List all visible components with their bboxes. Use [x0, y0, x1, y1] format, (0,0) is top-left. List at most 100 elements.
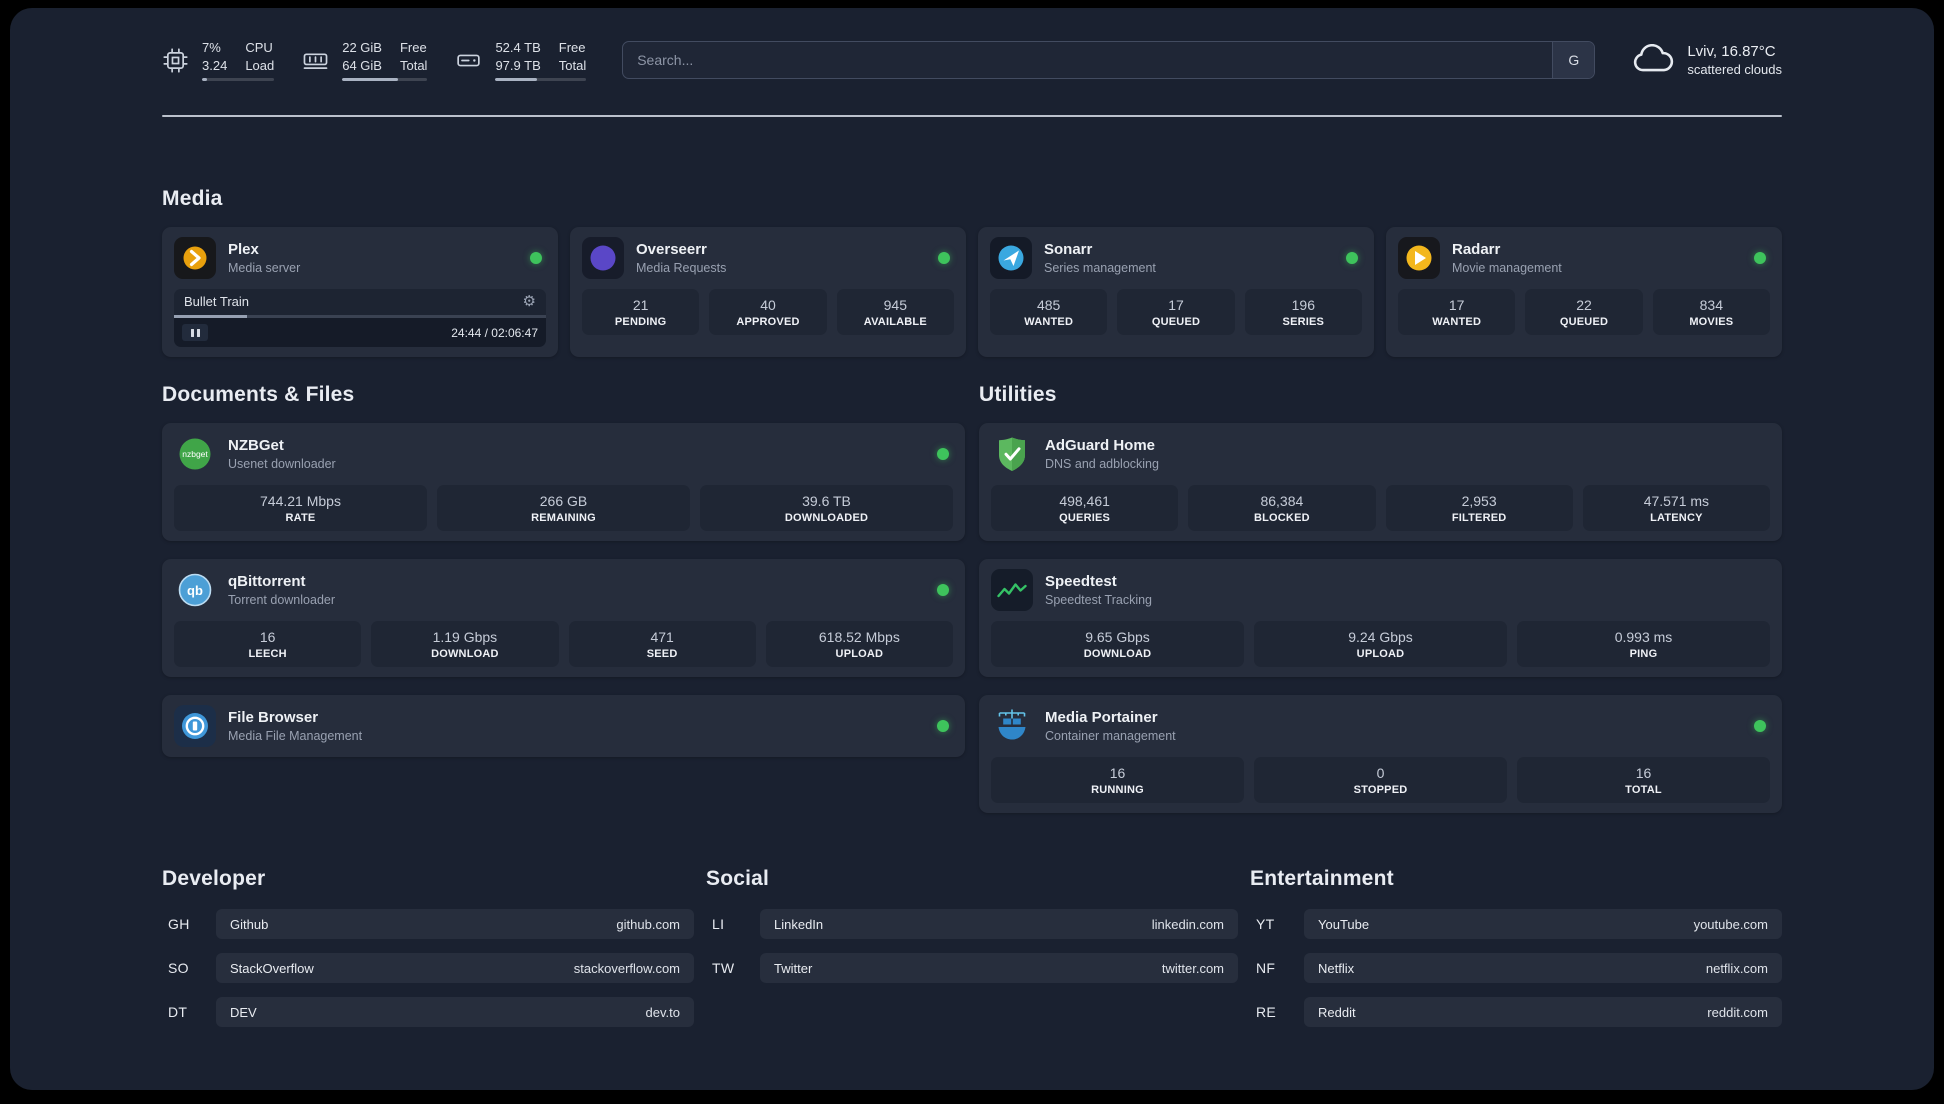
- stat-box: 0 STOPPED: [1254, 757, 1507, 803]
- stat-label: SERIES: [1282, 316, 1325, 328]
- bookmark-link-linkedin[interactable]: LinkedIn linkedin.com: [760, 909, 1238, 939]
- stat-value: 196: [1291, 297, 1315, 313]
- app-link-overseerr[interactable]: Overseerr Media Requests: [582, 237, 726, 279]
- stat-label: BLOCKED: [1253, 512, 1310, 524]
- stat-value: 17: [1168, 297, 1184, 313]
- status-dot: [1754, 720, 1766, 732]
- ram-progress-fill: [342, 77, 399, 81]
- app-link-nzbget[interactable]: nzbget NZBGet Usenet downloader: [174, 433, 336, 475]
- stat-value: 17: [1448, 297, 1465, 313]
- disk-total-label: Total: [558, 57, 587, 73]
- app-name: AdGuard Home: [1045, 437, 1156, 454]
- app-link-portainer[interactable]: Media Portainer Container management: [991, 705, 1176, 747]
- portainer-icon: [991, 705, 1033, 747]
- bookmark-row: DT DEV dev.to: [162, 997, 694, 1027]
- stat-box: 2,953 FILTERED: [1385, 485, 1573, 531]
- disk-total-value: 97.9 TB: [495, 57, 541, 73]
- stat-box: 22 QUEUED: [1525, 289, 1643, 335]
- svg-text:qb: qb: [187, 583, 203, 598]
- bookmark-row: YT YouTube youtube.com: [1250, 909, 1782, 939]
- bookmark-url: github.com: [616, 916, 680, 932]
- app-name: Sonarr: [1044, 241, 1093, 258]
- bookmark-abbr: NF: [1256, 960, 1276, 976]
- stat-box: 39.6 TB DOWNLOADED: [700, 485, 953, 531]
- portainer-stats: 16 RUNNING 0 STOPPED 16 TOTAL: [991, 757, 1770, 803]
- bookmark-link-github[interactable]: Github github.com: [216, 909, 694, 939]
- stat-box: 618.52 Mbps UPLOAD: [765, 621, 953, 667]
- media-section: Media Plex Media server Bullet Train ⚙ 2…: [162, 187, 1782, 357]
- stat-label: AVAILABLE: [863, 316, 927, 328]
- bookmark-link-twitter[interactable]: Twitter twitter.com: [760, 953, 1238, 983]
- pause-icon: [190, 328, 194, 337]
- bookmark-url: linkedin.com: [1151, 916, 1224, 932]
- bookmark-link-reddit[interactable]: Reddit reddit.com: [1304, 997, 1782, 1027]
- app-name: Overseerr: [636, 241, 707, 258]
- pause-button[interactable]: [182, 324, 208, 341]
- card-overseerr: Overseerr Media Requests 21 PENDING 40 A…: [570, 227, 966, 357]
- status-dot: [937, 584, 949, 596]
- entertainment-column: Entertainment YT YouTube youtube.com NF …: [1250, 867, 1782, 1027]
- app-subtitle: Media server: [228, 261, 301, 275]
- app-name: qBittorrent: [228, 573, 306, 590]
- app-link-speedtest[interactable]: Speedtest Speedtest Tracking: [991, 569, 1152, 611]
- card-sonarr: Sonarr Series management 485 WANTED 17 Q…: [978, 227, 1374, 357]
- app-name: Plex: [228, 241, 259, 258]
- radarr-stats: 17 WANTED 22 QUEUED 834 MOVIES: [1398, 289, 1770, 335]
- bookmark-link-stackoverflow[interactable]: StackOverflow stackoverflow.com: [216, 953, 694, 983]
- app-subtitle: DNS and adblocking: [1045, 457, 1159, 471]
- stat-label: SEED: [646, 648, 678, 660]
- gear-icon[interactable]: ⚙: [523, 294, 536, 309]
- status-dot: [937, 448, 949, 460]
- app-subtitle: Usenet downloader: [228, 457, 336, 471]
- stat-box: 0.993 ms PING: [1517, 621, 1770, 667]
- bookmark-name: Netflix: [1318, 960, 1355, 976]
- utilities-column: Utilities AdGuard Home DNS and adblockin…: [979, 383, 1782, 813]
- cpu-label: CPU: [245, 40, 273, 56]
- nzbget-icon: nzbget: [174, 433, 216, 475]
- bookmarks-section: Developer GH Github github.com SO StackO…: [162, 867, 1782, 1027]
- topbar: 7% 3.24 CPU Load 22 GiB 64 GiB Free Tota…: [162, 38, 1782, 82]
- stat-label: LEECH: [248, 648, 287, 660]
- status-dot: [937, 720, 949, 732]
- stat-box: 834 MOVIES: [1652, 289, 1770, 335]
- app-link-radarr[interactable]: Radarr Movie management: [1398, 237, 1562, 279]
- bookmark-row: GH Github github.com: [162, 909, 694, 939]
- app-link-qbittorrent[interactable]: qb qBittorrent Torrent downloader: [174, 569, 335, 611]
- radarr-icon: [1398, 237, 1440, 279]
- app-link-adguard[interactable]: AdGuard Home DNS and adblocking: [991, 433, 1159, 475]
- cpu-progress-fill: [202, 77, 208, 81]
- section-title-entertainment: Entertainment: [1250, 867, 1394, 890]
- search-input[interactable]: [622, 41, 1596, 79]
- stat-label: TOTAL: [1625, 784, 1662, 796]
- stat-box: 47.571 ms LATENCY: [1582, 485, 1770, 531]
- disk-icon: [455, 47, 482, 74]
- app-link-filebrowser[interactable]: File Browser Media File Management: [174, 705, 362, 747]
- stat-box: 9.65 Gbps DOWNLOAD: [991, 621, 1244, 667]
- app-link-sonarr[interactable]: Sonarr Series management: [990, 237, 1156, 279]
- bookmark-url: stackoverflow.com: [573, 960, 680, 976]
- app-link-plex[interactable]: Plex Media server: [174, 237, 300, 279]
- search-engine-button[interactable]: G: [1552, 42, 1595, 78]
- stat-label: QUEUED: [1151, 316, 1201, 328]
- stat-box: 471 SEED: [568, 621, 756, 667]
- app-name: File Browser: [228, 709, 319, 726]
- ram-total-label: Total: [399, 57, 428, 73]
- topbar-divider: [162, 115, 1782, 117]
- cpu-load-value: 3.24: [202, 57, 228, 73]
- app-name: NZBGet: [228, 437, 284, 454]
- stat-box: 40 APPROVED: [709, 289, 827, 335]
- system-stats: 7% 3.24 CPU Load 22 GiB 64 GiB Free Tota…: [162, 39, 587, 81]
- middle-columns: Documents & Files nzbget NZBGet Usenet d…: [162, 383, 1782, 813]
- section-title-media: Media: [162, 187, 223, 210]
- stat-label: RUNNING: [1091, 784, 1144, 796]
- weather-widget: Lviv, 16.87°C scattered clouds: [1631, 43, 1782, 77]
- bookmark-link-netflix[interactable]: Netflix netflix.com: [1304, 953, 1782, 983]
- stat-label: LATENCY: [1650, 512, 1703, 524]
- app-subtitle: Media File Management: [228, 729, 363, 743]
- bookmark-abbr: SO: [168, 960, 189, 976]
- bookmark-name: YouTube: [1318, 916, 1370, 932]
- bookmark-link-youtube[interactable]: YouTube youtube.com: [1304, 909, 1782, 939]
- section-title-utilities: Utilities: [979, 383, 1057, 406]
- bookmark-link-dev[interactable]: DEV dev.to: [216, 997, 694, 1027]
- stat-value: 618.52 Mbps: [818, 629, 900, 645]
